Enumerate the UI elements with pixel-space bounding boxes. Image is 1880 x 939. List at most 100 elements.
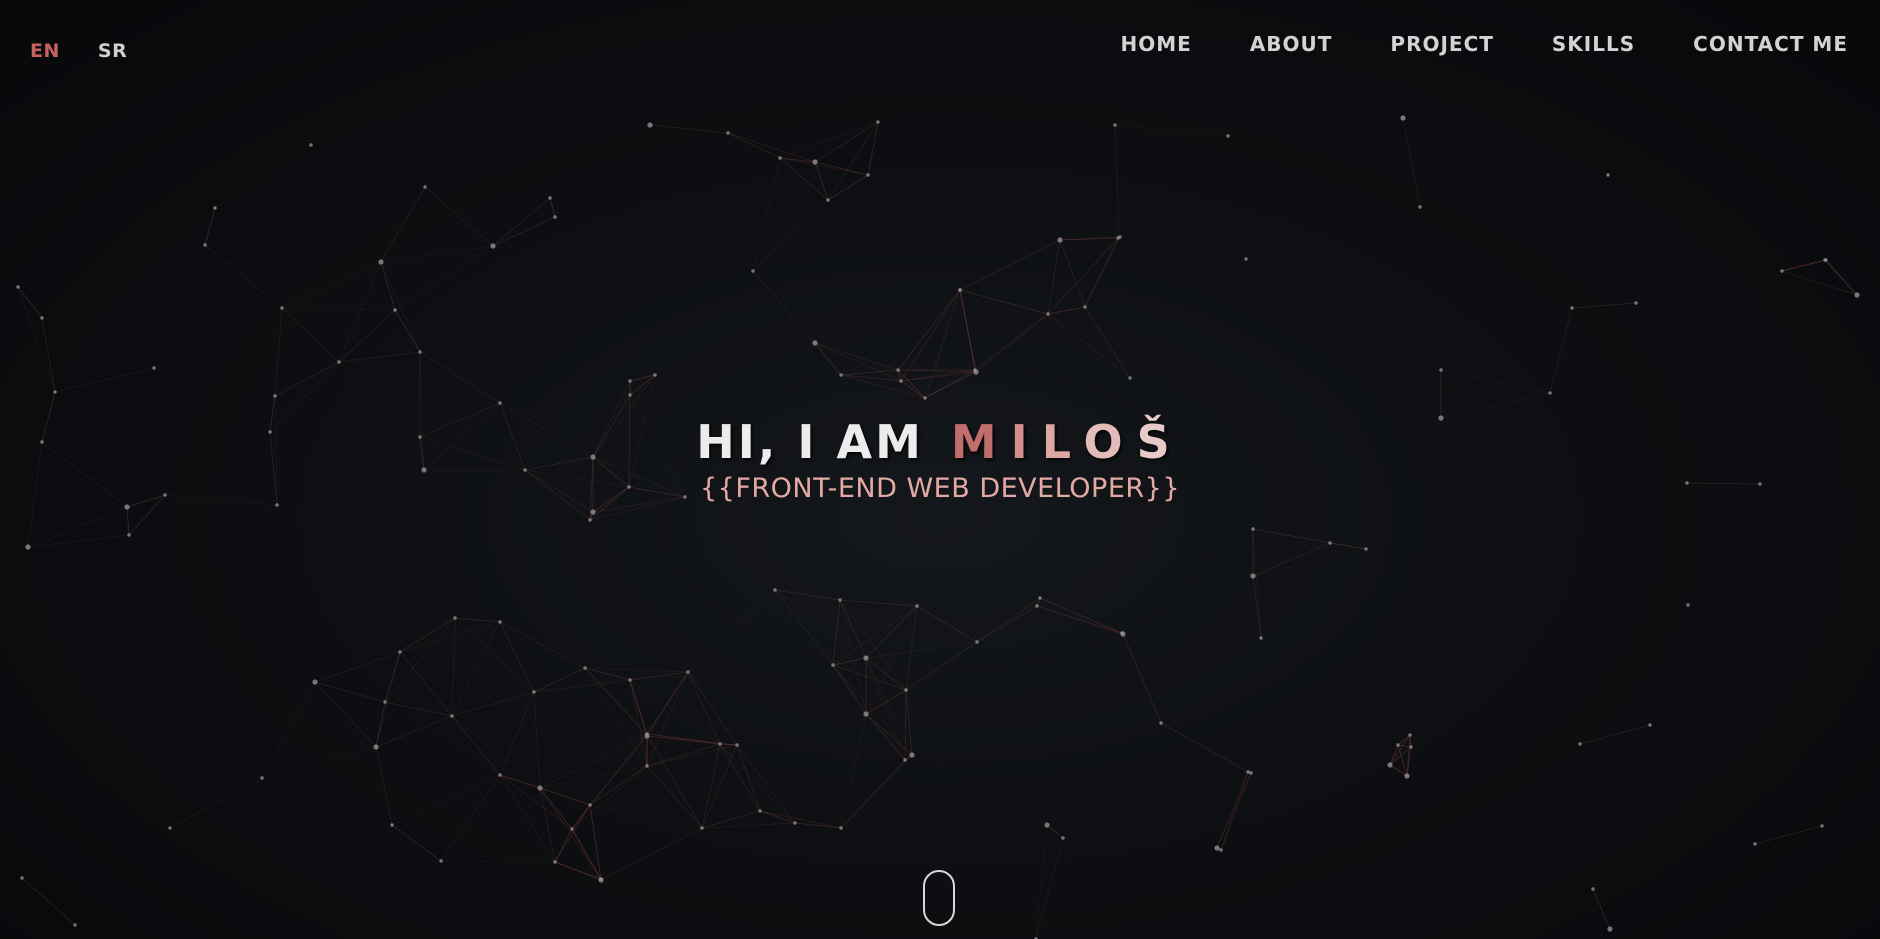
network-node (1128, 376, 1132, 380)
network-link (261, 681, 316, 779)
network-link (687, 671, 738, 746)
network-link (752, 270, 816, 344)
network-link (1046, 824, 1064, 839)
network-link (959, 289, 977, 373)
network-link (261, 746, 377, 779)
network-link (924, 289, 961, 399)
network-node (1219, 848, 1223, 852)
network-link (1216, 772, 1252, 849)
name-letter: O (1083, 415, 1137, 469)
network-link (1039, 597, 1123, 634)
language-sr[interactable]: SR (98, 40, 127, 62)
network-node (904, 688, 908, 692)
network-node (686, 670, 690, 674)
network-link (759, 810, 842, 829)
network-node (124, 504, 130, 510)
network-node (1061, 836, 1065, 840)
language-en[interactable]: EN (30, 40, 60, 62)
network-link (646, 733, 703, 829)
network-link (975, 313, 1049, 373)
network-node (1548, 391, 1552, 395)
network-link (314, 681, 386, 703)
network-node (548, 196, 552, 200)
network-link (1121, 632, 1162, 724)
network-link (440, 860, 556, 863)
network-link (399, 621, 501, 653)
network-link (1160, 722, 1252, 774)
network-node (831, 663, 835, 667)
network-link (451, 691, 535, 717)
network-link (274, 361, 340, 397)
network-link (1035, 837, 1064, 939)
network-link (440, 774, 501, 862)
network-link (900, 371, 977, 382)
network-link (840, 374, 926, 399)
network-node (1118, 235, 1122, 239)
network-link (774, 589, 834, 666)
network-link (905, 605, 918, 691)
network-node (1250, 573, 1256, 579)
network-node (1328, 541, 1332, 545)
network-node (393, 308, 397, 312)
network-link (646, 671, 689, 735)
network-link (281, 307, 396, 311)
network-node (1648, 723, 1652, 727)
network-node (40, 316, 44, 320)
network-link (916, 605, 978, 643)
network-node (590, 509, 596, 515)
nav-skills[interactable]: SKILLS (1552, 32, 1635, 56)
network-link (126, 506, 130, 536)
network-link (1252, 548, 1367, 577)
network-node (645, 764, 649, 768)
network-link (814, 161, 869, 176)
network-link (646, 733, 721, 745)
network-node (975, 640, 979, 644)
nav-contact-me[interactable]: CONTACT ME (1693, 32, 1848, 56)
network-node (1606, 173, 1610, 177)
network-link (499, 621, 586, 669)
name-letter: Š (1136, 415, 1184, 469)
network-link (827, 174, 869, 201)
network-node (628, 379, 632, 383)
network-node (1607, 926, 1613, 932)
network-node (450, 714, 454, 718)
nav-project[interactable]: PROJECT (1390, 32, 1493, 56)
network-link (454, 617, 535, 693)
mouse-scroll-icon[interactable] (923, 870, 955, 926)
main-nav: HOME ABOUT PROJECT SKILLS CONTACT ME (1121, 32, 1849, 56)
network-link (41, 317, 56, 393)
network-link (380, 245, 494, 263)
network-link (839, 599, 918, 607)
nav-about[interactable]: ABOUT (1250, 32, 1333, 56)
network-link (814, 342, 902, 382)
network-link (1402, 117, 1421, 208)
network-link (840, 369, 899, 376)
network-node (588, 518, 592, 522)
network-node (628, 393, 632, 397)
network-link (900, 289, 961, 382)
network-link (169, 777, 263, 829)
network-node (1409, 745, 1413, 749)
network-link (533, 691, 541, 789)
network-link (779, 121, 879, 159)
network-link (314, 651, 401, 683)
network-node (876, 120, 880, 124)
network-link (419, 351, 501, 404)
network-node (923, 396, 927, 400)
network-node (73, 923, 77, 927)
network-link (629, 671, 689, 681)
language-switcher: EN SR (30, 40, 127, 62)
name-letter: M (950, 415, 1011, 469)
network-node (826, 198, 830, 202)
network-link (1260, 542, 1331, 639)
network-node (1244, 257, 1248, 261)
network-link (391, 824, 442, 862)
network-link (375, 701, 386, 748)
network-link (1329, 542, 1367, 550)
network-node (896, 368, 900, 372)
greeting-text: HI, I AM (696, 415, 924, 469)
network-link (832, 599, 841, 666)
nav-home[interactable]: HOME (1121, 32, 1192, 56)
network-link (1047, 313, 1131, 379)
network-node (1439, 368, 1443, 372)
